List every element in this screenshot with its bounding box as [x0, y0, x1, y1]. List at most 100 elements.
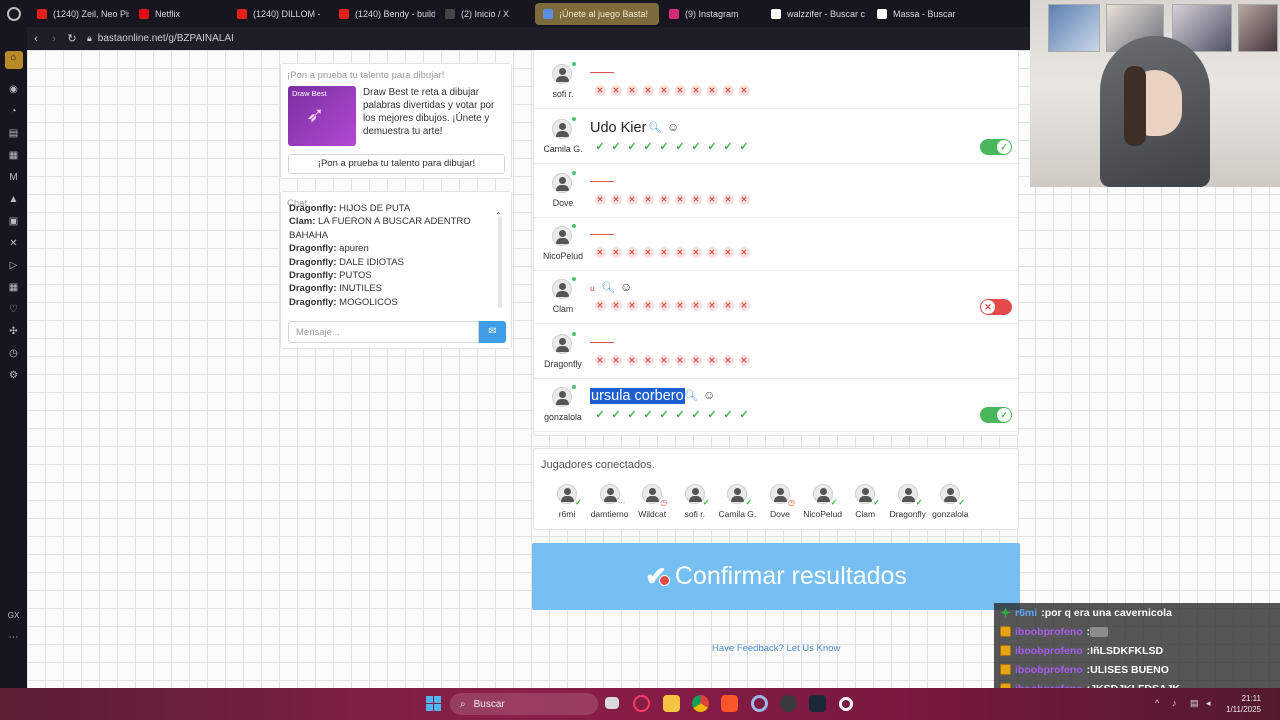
ban-icon: [659, 575, 671, 586]
browser-tab[interactable]: Netflix: [131, 3, 227, 25]
steam-like-icon[interactable]: [780, 695, 797, 712]
x-icon: ✕: [704, 194, 720, 205]
avatar: [599, 484, 620, 504]
confirm-results-button[interactable]: ✔ Confirmar resultados: [532, 543, 1020, 610]
player-name: Clam: [552, 304, 574, 314]
arrow-icon[interactable]: ▲: [7, 193, 21, 207]
feedback-link[interactable]: Have Feedback? Let Us Know: [712, 643, 840, 654]
x-icon: ✕: [672, 247, 688, 258]
tray-chevron-icon[interactable]: ^: [1155, 698, 1159, 708]
browser-tab[interactable]: (9) Instagram: [661, 3, 761, 25]
chat-message-user: Clam: [289, 216, 313, 228]
smile-icon[interactable]: ☺: [703, 388, 715, 402]
speed-icon[interactable]: ◔: [7, 105, 21, 119]
vote-marks: ✕ ✕ ✕ ✕ ✕ ✕ ✕ ✕ ✕ ✕: [592, 300, 752, 311]
browser-tab[interactable]: (1240) Zeil, Neo Pistea: [29, 3, 129, 25]
answer-validity-toggle[interactable]: ✕: [980, 299, 1012, 315]
player-answer[interactable]: Udo Kier: [590, 120, 646, 136]
search-icon[interactable]: 🔍︎: [601, 282, 615, 294]
check-icon: ✔: [645, 561, 671, 592]
send-icon[interactable]: ✉: [479, 321, 506, 343]
twitch-icon[interactable]: ▣: [7, 215, 21, 229]
taskbar-search[interactable]: ⌕ Buscar: [450, 693, 598, 715]
smile-icon[interactable]: ☺: [620, 280, 632, 294]
more-icon[interactable]: ⋯: [7, 631, 21, 645]
taskview-icon[interactable]: [605, 697, 619, 709]
avatar: [552, 279, 572, 299]
vote-marks: ✓ ✓ ✓ ✓ ✓ ✓ ✓ ✓ ✓ ✓: [592, 140, 752, 153]
home-icon[interactable]: ⌂: [4, 51, 23, 69]
check-icon: ✓: [745, 498, 753, 507]
browser-sidebar: ⌂ ◉ ◔ ▤ ▦ M ▲ ▣ ✕ ▷ ▦ ♡ ✣ ◷ ⚙ GX ⋯: [0, 27, 27, 688]
stream-chat-line: iboobprofeno:: [994, 622, 1280, 641]
player-answer[interactable]: ursula corbero: [590, 388, 685, 404]
settings-icon[interactable]: ⚙: [7, 369, 21, 383]
steam-icon[interactable]: [809, 695, 826, 712]
c-app-icon[interactable]: [751, 695, 768, 712]
puzzle-icon[interactable]: ✣: [7, 325, 21, 339]
search-icon: ⌕: [460, 698, 466, 710]
chat-message-user: Dragonfly: [289, 243, 334, 255]
answer-validity-toggle[interactable]: ✓: [980, 407, 1012, 423]
browser-tab[interactable]: (1240) Bendy - build: [331, 3, 435, 25]
browser-logo-icon[interactable]: [7, 6, 21, 21]
stream-chat-user: iboobprofeno: [1015, 644, 1083, 657]
play-icon[interactable]: ▷: [7, 259, 21, 273]
q-app-icon[interactable]: [839, 697, 853, 711]
chat-message-list[interactable]: Dragonfly: HIJOS DE PUTA Clam: LA FUERON …: [289, 202, 499, 310]
volume-icon[interactable]: ◂: [1206, 698, 1211, 709]
x-icon: ✕: [704, 85, 720, 96]
tab-label: (1240) Bendy - build: [355, 8, 435, 19]
browser-tab[interactable]: (2) Inicio / X: [437, 3, 533, 25]
chat-message-input[interactable]: [288, 321, 479, 343]
browser-tab[interactable]: Massa - Buscar: [869, 3, 969, 25]
chat-scrollbar[interactable]: [498, 216, 502, 308]
chat-message: Dragonfly: DALE IDIOTAS: [289, 256, 499, 269]
back-icon[interactable]: ‹: [27, 33, 45, 45]
grid-icon[interactable]: ▦: [7, 281, 21, 295]
reload-icon[interactable]: ↻: [63, 32, 81, 45]
smile-icon[interactable]: ☺: [667, 120, 679, 134]
x-icon: ✕: [704, 300, 720, 311]
forward-icon[interactable]: ›: [45, 33, 63, 45]
shop-icon[interactable]: ▤: [7, 127, 21, 141]
brave-icon[interactable]: [721, 695, 738, 712]
try-drawing-button[interactable]: ¡Pon a prueba tu talento para dibujar!: [288, 154, 505, 174]
x-icon: ✕: [672, 194, 688, 205]
browser-tab[interactable]: (1240) DILLOM -: [229, 3, 329, 25]
check-icon: ✓: [575, 498, 582, 507]
check-icon: ✓: [659, 409, 669, 421]
player-name: NicoPelud: [542, 251, 584, 261]
search-icon[interactable]: 🔍︎: [684, 390, 698, 402]
answer-validity-toggle[interactable]: ✓: [980, 139, 1012, 155]
player-name: Camila G.: [543, 144, 583, 154]
search-icon[interactable]: 🔍︎: [648, 122, 662, 134]
draw-best-thumbnail[interactable]: Draw Best ➶: [288, 86, 356, 146]
taskbar-clock[interactable]: 21:11 1/11/2025: [1226, 693, 1261, 715]
check-icon: ✓: [675, 409, 685, 421]
x-twitter-icon[interactable]: ✕: [7, 237, 21, 251]
avatar: [684, 484, 705, 504]
stream-chat-line: iboobprofeno: IñLSDKFKLSD: [994, 641, 1280, 660]
m-icon[interactable]: M: [7, 171, 21, 185]
browser-tab[interactable]: ¡Únete al juego Basta!: [535, 2, 659, 25]
online-indicator: [572, 332, 576, 336]
heart-icon[interactable]: ♡: [7, 303, 21, 317]
gx-icon[interactable]: GX: [7, 609, 21, 623]
mic-icon[interactable]: ♪: [1172, 698, 1177, 708]
x-icon: ✕: [736, 355, 752, 366]
online-indicator: [572, 117, 576, 121]
opera-gx-icon[interactable]: [633, 695, 650, 712]
network-icon[interactable]: ▤: [1190, 698, 1199, 709]
windows-start-icon[interactable]: [426, 696, 441, 711]
chrome-icon[interactable]: [692, 695, 709, 712]
news-icon[interactable]: ▦: [7, 149, 21, 163]
player-answer[interactable]: u: [590, 283, 595, 293]
answer-tools: 🔍︎ ☺: [648, 120, 679, 134]
file-explorer-icon[interactable]: [663, 695, 680, 712]
url-text[interactable]: bastaonline.net/g/BZPAINALAI: [98, 33, 234, 44]
gamepad-icon[interactable]: ◉: [7, 83, 21, 97]
browser-tab[interactable]: walzzifer - Buscar c: [763, 3, 867, 25]
clock-icon[interactable]: ◷: [7, 347, 21, 361]
check-icon: ✓: [595, 409, 605, 421]
